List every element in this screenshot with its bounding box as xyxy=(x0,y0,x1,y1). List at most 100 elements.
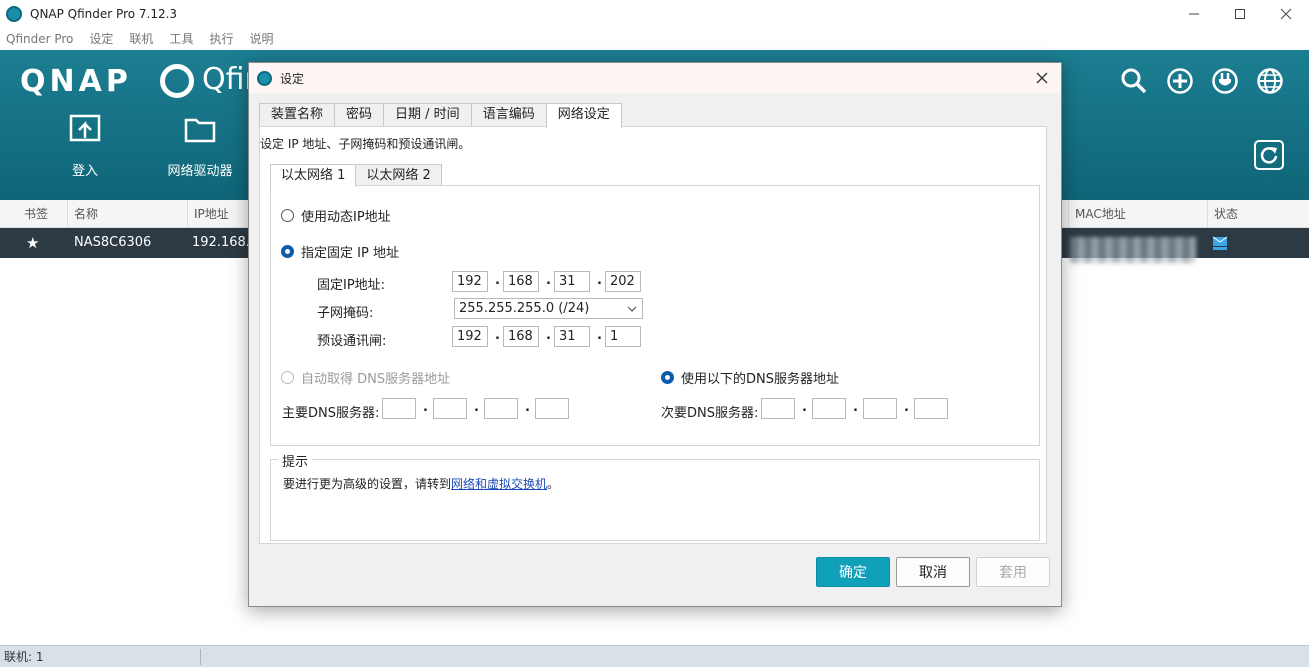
cancel-button[interactable]: 取消 xyxy=(896,557,970,587)
manual-dns-radio[interactable] xyxy=(661,371,674,384)
gateway-octet-4[interactable]: 1 xyxy=(605,326,641,347)
secondary-dns-octet-2[interactable] xyxy=(812,398,846,419)
hint-prefix: 要进行更为高级的设置，请转到 xyxy=(283,477,452,491)
column-name[interactable]: 名称 xyxy=(68,200,188,228)
window-title: QNAP Qfinder Pro 7.12.3 xyxy=(30,6,178,21)
apply-button[interactable]: 套用 xyxy=(976,557,1050,587)
hint-suffix: 。 xyxy=(547,477,560,491)
static-ip-radio-option[interactable]: 指定固定 IP 地址 xyxy=(281,242,399,261)
bookmark-star-icon[interactable]: ★ xyxy=(26,228,39,258)
close-window-button[interactable] xyxy=(1263,0,1309,27)
manual-dns-radio-option[interactable]: 使用以下的DNS服务器地址 xyxy=(661,368,839,387)
maximize-button[interactable] xyxy=(1217,0,1263,27)
dhcp-radio-option[interactable]: 使用动态IP地址 xyxy=(281,206,391,225)
dhcp-radio[interactable] xyxy=(281,209,294,222)
qnap-logo: QNAP xyxy=(20,64,132,99)
network-drive-label: 网络驱动器 xyxy=(167,164,233,179)
secondary-dns-octet-1[interactable] xyxy=(761,398,795,419)
column-mac[interactable]: MAC地址 xyxy=(1068,200,1208,228)
ip-dot: . xyxy=(525,400,530,415)
subnet-label: 子网掩码: xyxy=(317,306,374,321)
ip-dot: . xyxy=(546,328,551,343)
tab-device-name[interactable]: 装置名称 xyxy=(259,103,336,127)
ip-dot: . xyxy=(853,400,858,415)
menu-help[interactable]: 说明 xyxy=(249,30,273,47)
window-title-bar: QNAP Qfinder Pro 7.12.3 xyxy=(0,0,1309,27)
ip-dot: . xyxy=(495,328,500,343)
column-status[interactable]: 状态 xyxy=(1208,200,1309,228)
folder-icon xyxy=(184,118,216,143)
settings-tabs: 装置名称 密码 日期 / 时间 语言编码 网络设定 xyxy=(259,103,622,128)
ip-dot: . xyxy=(597,328,602,343)
plug-icon xyxy=(1212,68,1238,94)
auto-dns-radio[interactable] xyxy=(281,371,294,384)
power-plug-button[interactable] xyxy=(1210,66,1240,96)
gateway-octet-1[interactable]: 192 xyxy=(452,326,488,347)
menu-execute[interactable]: 执行 xyxy=(209,30,233,47)
minimize-button[interactable] xyxy=(1171,0,1217,27)
secondary-dns-octet-4[interactable] xyxy=(914,398,948,419)
search-button[interactable] xyxy=(1119,66,1149,96)
subnet-mask-select[interactable]: 255.255.255.0 (/24) xyxy=(454,298,643,319)
ip-dot: . xyxy=(597,273,602,288)
settings-dialog: 设定 装置名称 密码 日期 / 时间 语言编码 网络设定 设定 IP 地址、子网… xyxy=(248,62,1062,607)
menu-settings[interactable]: 设定 xyxy=(89,30,113,47)
primary-dns-octet-4[interactable] xyxy=(535,398,569,419)
tab-date-time[interactable]: 日期 / 时间 xyxy=(383,103,472,127)
column-bookmark[interactable]: 书签 xyxy=(0,200,68,228)
ok-button[interactable]: 确定 xyxy=(816,557,890,587)
close-icon xyxy=(1036,72,1048,84)
status-divider xyxy=(200,649,201,665)
language-button[interactable] xyxy=(1255,66,1285,96)
network-virtual-switch-link[interactable]: 网络和虚拟交换机 xyxy=(451,477,547,491)
connection-count: 联机: 1 xyxy=(4,650,44,664)
menu-bar: Qfinder Pro 设定 联机 工具 执行 说明 xyxy=(0,27,1309,50)
tab-password[interactable]: 密码 xyxy=(334,103,385,127)
tab-ethernet-2[interactable]: 以太网络 2 xyxy=(355,164,442,186)
ethernet-tabs: 以太网络 1 以太网络 2 xyxy=(270,164,442,187)
fixed-ip-label: 固定IP地址: xyxy=(317,278,386,293)
dhcp-label: 使用动态IP地址 xyxy=(301,210,391,225)
login-label: 登入 xyxy=(71,164,98,179)
auto-dns-radio-option[interactable]: 自动取得 DNS服务器地址 xyxy=(281,368,450,387)
close-icon xyxy=(1280,8,1292,19)
dialog-title-bar: 设定 xyxy=(249,63,1061,93)
menu-connect[interactable]: 联机 xyxy=(129,30,153,47)
tab-network[interactable]: 网络设定 xyxy=(545,103,622,128)
primary-dns-octet-2[interactable] xyxy=(433,398,467,419)
menu-qfinder-pro[interactable]: Qfinder Pro xyxy=(6,32,73,46)
add-device-button[interactable] xyxy=(1165,66,1195,96)
gateway-octet-2[interactable]: 168 xyxy=(503,326,539,347)
menu-tools[interactable]: 工具 xyxy=(169,30,193,47)
maximize-icon xyxy=(1235,8,1245,19)
globe-icon xyxy=(1257,68,1283,94)
secondary-dns-octet-3[interactable] xyxy=(863,398,897,419)
login-icon xyxy=(69,114,101,142)
search-icon xyxy=(1121,68,1147,94)
static-ip-radio[interactable] xyxy=(281,245,294,258)
fixed-ip-octet-2[interactable]: 168 xyxy=(503,271,539,292)
manual-dns-label: 使用以下的DNS服务器地址 xyxy=(681,372,839,387)
network-drive-button[interactable]: 网络驱动器 xyxy=(155,114,245,179)
tab-language[interactable]: 语言编码 xyxy=(470,103,547,127)
fixed-ip-octet-4[interactable]: 202 xyxy=(605,271,641,292)
chevron-down-icon xyxy=(627,299,637,324)
secondary-dns-label: 次要DNS服务器: xyxy=(661,406,759,421)
device-name: NAS8C6306 xyxy=(74,235,152,250)
network-description: 设定 IP 地址、子网掩码和预设通讯闸。 xyxy=(260,137,471,151)
ip-dot: . xyxy=(495,273,500,288)
ip-dot: . xyxy=(546,273,551,288)
primary-dns-octet-3[interactable] xyxy=(484,398,518,419)
ip-dot: . xyxy=(802,400,807,415)
fixed-ip-octet-3[interactable]: 31 xyxy=(554,271,590,292)
minimize-icon xyxy=(1189,13,1199,14)
tab-ethernet-1[interactable]: 以太网络 1 xyxy=(270,164,357,187)
gateway-octet-3[interactable]: 31 xyxy=(554,326,590,347)
primary-dns-octet-1[interactable] xyxy=(382,398,416,419)
refresh-button[interactable] xyxy=(1254,140,1284,170)
login-button[interactable]: 登入 xyxy=(40,114,130,179)
dialog-close-button[interactable] xyxy=(1029,65,1055,91)
fixed-ip-octet-1[interactable]: 192 xyxy=(452,271,488,292)
primary-dns-label: 主要DNS服务器: xyxy=(282,406,380,421)
status-bar: 联机: 1 xyxy=(0,645,1309,667)
